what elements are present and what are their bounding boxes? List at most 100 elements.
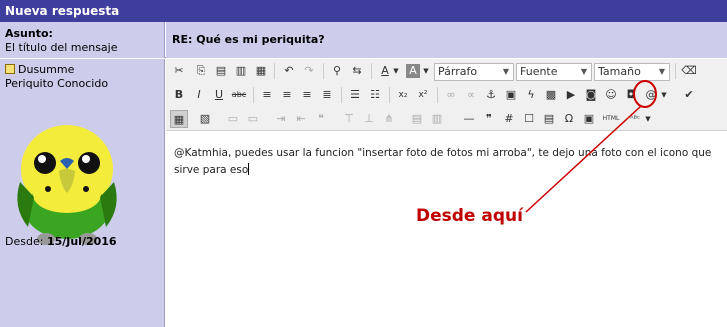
message-text: @Katmhia, puedes usar la funcion "insert… — [174, 147, 712, 176]
eraser-icon[interactable]: ⌫ — [680, 62, 698, 80]
align-center-icon[interactable]: ≡ — [278, 86, 296, 104]
redo-icon[interactable]: ↷ — [300, 62, 318, 80]
outdent-icon[interactable]: ⇤ — [292, 110, 310, 128]
spelling-dropdown-icon[interactable]: ▼ — [644, 110, 652, 128]
font-select[interactable]: Fuente ▼ — [516, 63, 592, 81]
bg-color-dropdown-icon[interactable]: ▼ — [422, 62, 430, 80]
toolbar-separator — [437, 87, 438, 103]
toolbar-separator — [371, 63, 372, 79]
insert-photo-icon[interactable]: ◘ — [622, 86, 640, 104]
mention-dropdown-icon[interactable]: ▼ — [660, 86, 668, 104]
align-right-icon[interactable]: ≡ — [298, 86, 316, 104]
strikethrough-icon[interactable]: abc — [230, 86, 248, 104]
split-cell-icon[interactable]: ⋔ — [380, 110, 398, 128]
paste-text-icon[interactable]: ▥ — [232, 62, 250, 80]
message-body[interactable]: @Katmhia, puedes usar la funcion "insert… — [174, 145, 719, 179]
anchor-icon[interactable]: ⚓ — [482, 86, 500, 104]
mention-icon[interactable]: @ — [642, 86, 660, 104]
toolbar-separator — [274, 63, 275, 79]
html-icon[interactable]: HTML — [602, 110, 620, 128]
box-icon[interactable]: ☐ — [520, 110, 538, 128]
toolbar-row-2: B I U abc ≡ ≡ ≡ ≣ ☰ ☷ x₂ x² ∞ ∝ ⚓ ▣ ϟ ▩ … — [166, 83, 727, 105]
join-date-value: 15/Jul/2016 — [46, 235, 117, 248]
size-select[interactable]: Tamaño ▼ — [594, 63, 670, 81]
cut-icon[interactable]: ✂ — [170, 62, 188, 80]
subject-field[interactable]: RE: Qué es mi periquita? — [166, 22, 727, 58]
delete-row-icon[interactable]: ⊥ — [360, 110, 378, 128]
subscript-icon[interactable]: x₂ — [394, 86, 412, 104]
toolbar-separator — [675, 63, 676, 79]
subject-row: Asunto: El título del mensaje RE: Qué es… — [0, 22, 727, 58]
spellcheck-icon[interactable]: ✔ — [680, 86, 698, 104]
size-value: Tamaño — [598, 65, 641, 78]
chevron-down-icon: ▼ — [580, 67, 587, 76]
user-rank: Periquito Conocido — [5, 77, 109, 90]
youtube-icon[interactable]: ▶ — [562, 86, 580, 104]
chevron-down-icon: ▼ — [502, 67, 509, 76]
italic-icon[interactable]: I — [190, 86, 208, 104]
annotation-label: Desde aquí — [416, 206, 523, 226]
link-icon[interactable]: ∞ — [442, 86, 460, 104]
media-icon[interactable]: ▩ — [542, 86, 560, 104]
toolbar-separator — [389, 87, 390, 103]
find-icon[interactable]: ⚲ — [328, 62, 346, 80]
indent-icon[interactable]: ⇥ — [272, 110, 290, 128]
font-color-dropdown-icon[interactable]: ▼ — [392, 62, 400, 80]
subject-label-cell: Asunto: El título del mensaje — [0, 22, 165, 58]
table-props-icon[interactable]: ▧ — [196, 110, 214, 128]
username[interactable]: Dusumme — [18, 63, 74, 76]
text-caret — [248, 163, 250, 175]
window-title: Nueva respuesta — [0, 0, 727, 22]
unlink-icon[interactable]: ∝ — [462, 86, 480, 104]
toolbar-row-3: ▦ ▧ ▭ ▭ ⇥ ⇤ ❝ ⊤ ⊥ ⋔ ▤ ▥ — ❞ # ☐ ▤ Ω ▣ HT… — [166, 107, 727, 129]
toolbar-separator — [341, 87, 342, 103]
subject-hint: El título del mensaje — [5, 41, 118, 54]
toolbar-separator — [253, 87, 254, 103]
row-props-icon[interactable]: ▭ — [244, 110, 262, 128]
user-panel: Dusumme Periquito Conocido Desde: 15/Jul… — [0, 59, 165, 327]
spelling-icon[interactable]: ᴬᴮᶜ — [626, 110, 644, 128]
merge-cell-icon[interactable]: ▤ — [408, 110, 426, 128]
blockquote-icon[interactable]: ❝ — [312, 110, 330, 128]
message-editor[interactable]: ✂ ⎘ ▤ ▥ ▦ ↶ ↷ ⚲ ⇆ A ▼ A ▼ Párrafo ▼ Fuent… — [166, 59, 727, 327]
chevron-down-icon: ▼ — [658, 67, 665, 76]
toolbar-row-1: ✂ ⎘ ▤ ▥ ▦ ↶ ↷ ⚲ ⇆ A ▼ A ▼ Párrafo ▼ Fuent… — [166, 59, 727, 81]
fullscreen-icon[interactable]: ▣ — [580, 110, 598, 128]
subject-label: Asunto: — [5, 27, 53, 40]
align-left-icon[interactable]: ≡ — [258, 86, 276, 104]
bold-icon[interactable]: B — [170, 86, 188, 104]
flash-icon[interactable]: ϟ — [522, 86, 540, 104]
undo-icon[interactable]: ↶ — [280, 62, 298, 80]
gallery-icon[interactable]: ◙ — [582, 86, 600, 104]
emoticon-icon[interactable]: ☺ — [602, 86, 620, 104]
underline-icon[interactable]: U — [210, 86, 228, 104]
join-date: Desde: 15/Jul/2016 — [5, 235, 117, 248]
user-info: Dusumme Periquito Conocido — [5, 63, 108, 91]
superscript-icon[interactable]: x² — [414, 86, 432, 104]
toolbar-separator — [323, 63, 324, 79]
format-value: Párrafo — [438, 65, 478, 78]
bg-color-button[interactable]: A — [406, 64, 420, 78]
table-icon[interactable]: ▦ — [170, 110, 188, 128]
edit-icon — [5, 64, 15, 74]
cell-props-icon[interactable]: ▭ — [224, 110, 242, 128]
special-char-icon[interactable]: Ω — [560, 110, 578, 128]
template-icon[interactable]: ▤ — [540, 110, 558, 128]
bullet-list-icon[interactable]: ☰ — [346, 86, 364, 104]
insert-row-icon[interactable]: ⊤ — [340, 110, 358, 128]
paste-icon[interactable]: ▤ — [212, 62, 230, 80]
image-icon[interactable]: ▣ — [502, 86, 520, 104]
font-value: Fuente — [520, 65, 558, 78]
col-props-icon[interactable]: ▥ — [428, 110, 446, 128]
replace-icon[interactable]: ⇆ — [348, 62, 366, 80]
copy-icon[interactable]: ⎘ — [192, 62, 210, 80]
format-select[interactable]: Párrafo ▼ — [434, 63, 514, 81]
quote-icon[interactable]: ❞ — [480, 110, 498, 128]
align-justify-icon[interactable]: ≣ — [318, 86, 336, 104]
paste-word-icon[interactable]: ▦ — [252, 62, 270, 80]
editor-toolbar: ✂ ⎘ ▤ ▥ ▦ ↶ ↷ ⚲ ⇆ A ▼ A ▼ Párrafo ▼ Fuent… — [166, 59, 727, 131]
join-date-label: Desde: — [5, 235, 44, 248]
hashtag-icon[interactable]: # — [500, 110, 518, 128]
horizontal-rule-icon[interactable]: — — [460, 110, 478, 128]
numbered-list-icon[interactable]: ☷ — [366, 86, 384, 104]
